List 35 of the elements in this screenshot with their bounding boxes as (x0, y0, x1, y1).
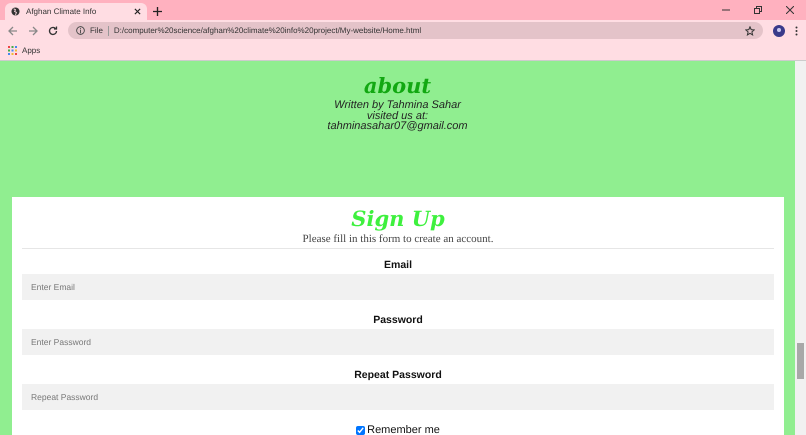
about-text: visited us at: (366, 110, 428, 121)
scrollbar[interactable] (795, 61, 806, 435)
signup-heading: Sign Up (351, 205, 445, 233)
reload-icon[interactable] (48, 26, 58, 36)
about-text: Written by Tahmina Sahar (334, 100, 461, 110)
about-text: tahminasahar07@gmail.com (327, 121, 468, 132)
field-label: Password (373, 314, 423, 326)
field-label: Email (384, 259, 412, 271)
restore-icon[interactable] (754, 6, 762, 14)
menu-icon[interactable] (795, 26, 798, 36)
bookmark-link[interactable]: Apps (8, 46, 40, 55)
tab-title: Afghan Climate Info (26, 7, 98, 16)
url-scheme: File (90, 26, 103, 35)
signup-subtitle: Please fill in this form to create an account. (302, 233, 494, 245)
url-text: D:/computer%20science/afghan%20climate%20info%20project/My-website/Home.html (114, 26, 422, 35)
apps-grid-icon (8, 46, 17, 55)
globe-icon (11, 7, 20, 16)
remember-checkbox[interactable] (356, 426, 366, 434)
input-field[interactable]: Enter Email (22, 274, 774, 300)
avatar-icon[interactable] (773, 24, 785, 36)
checkbox-label: Remember me (367, 424, 440, 435)
field-label: Repeat Password (354, 369, 442, 381)
input-field[interactable]: Repeat Password (22, 384, 774, 410)
back-arrow-icon[interactable] (8, 26, 18, 36)
close-icon[interactable] (786, 6, 794, 14)
about-heading: about (364, 74, 432, 98)
forward-arrow-icon[interactable] (28, 26, 38, 36)
scrollbar-thumb[interactable] (797, 343, 804, 379)
info-icon (76, 26, 85, 35)
close-icon[interactable] (134, 8, 141, 15)
address-bar[interactable]: File D:/computer%20science/afghan%20climate%20info%20project/My-website/Home.html (68, 22, 763, 39)
input-field[interactable]: Enter Password (22, 329, 774, 355)
new-tab-icon[interactable] (153, 7, 162, 16)
browser-tab[interactable]: Afghan Climate Info (5, 3, 147, 20)
star-icon[interactable] (745, 26, 755, 36)
